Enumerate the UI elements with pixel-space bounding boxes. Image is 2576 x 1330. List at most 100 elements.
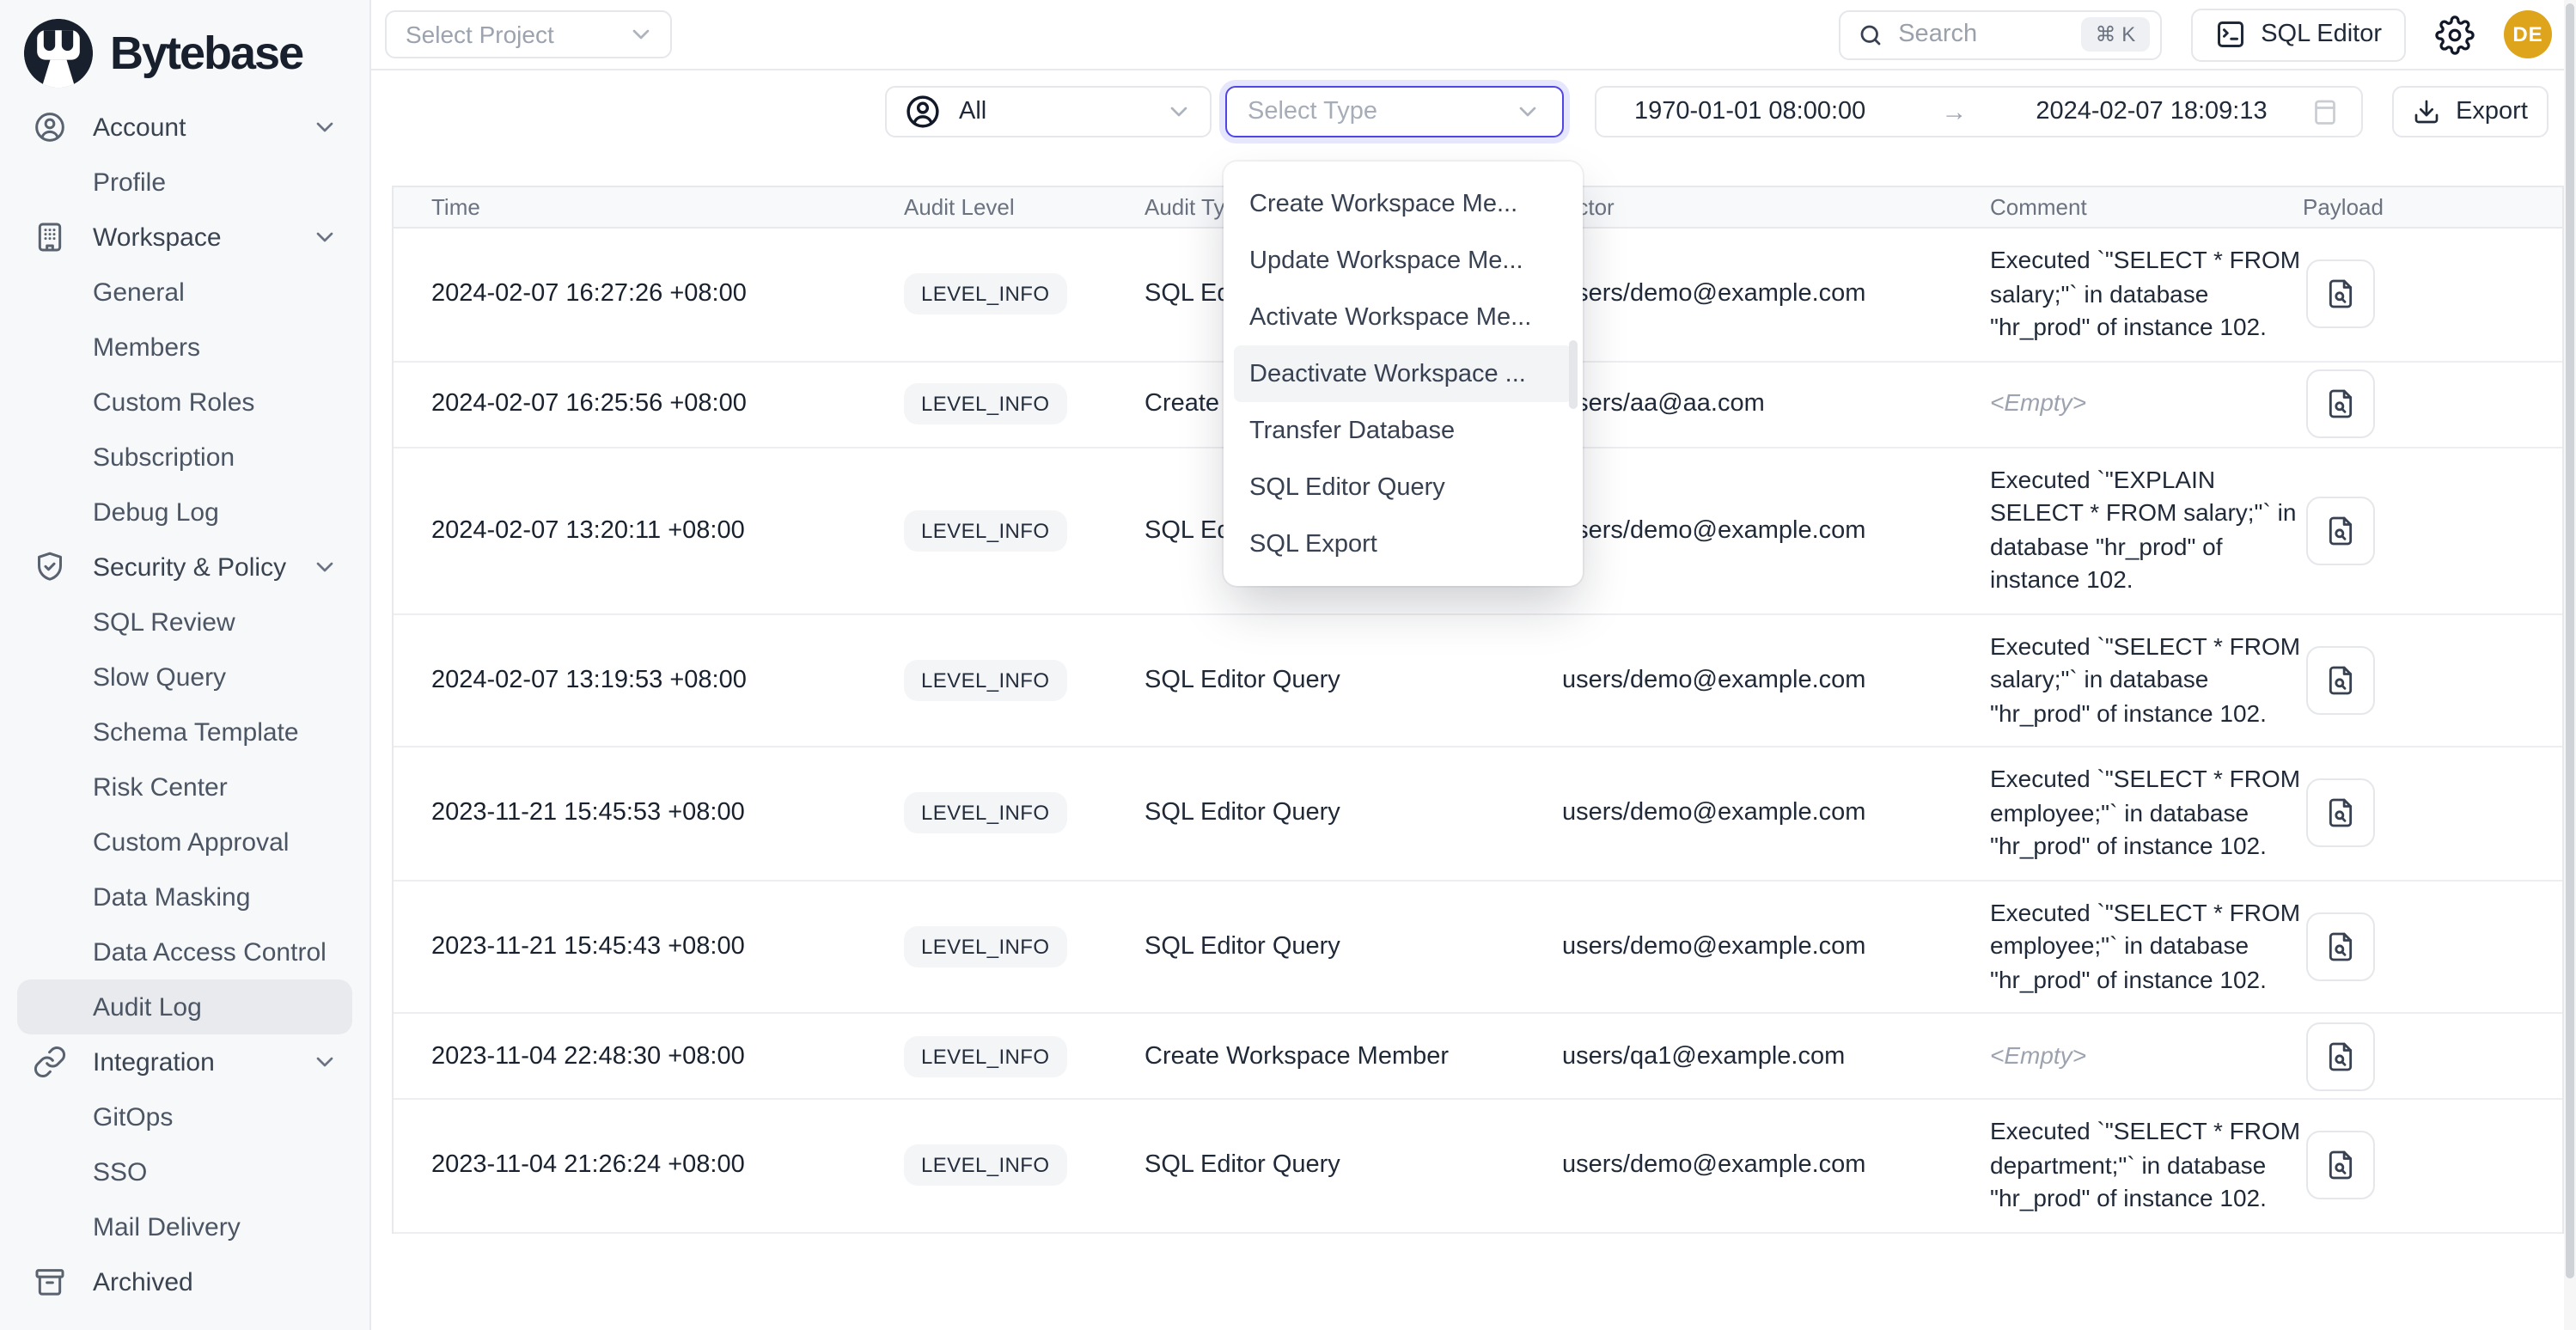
dropdown-option-sql-editor-query[interactable]: SQL Editor Query: [1234, 459, 1572, 516]
level-badge: LEVEL_INFO: [904, 1035, 1066, 1077]
payload-cell: [2303, 1132, 2562, 1200]
sidebar-item-sso[interactable]: SSO: [17, 1144, 352, 1199]
sidebar-item-archived[interactable]: Archived: [17, 1254, 352, 1309]
sidebar-item-label: Archived: [93, 1267, 339, 1296]
payload-view-button[interactable]: [2306, 646, 2375, 715]
payload-view-button[interactable]: [2306, 1132, 2375, 1200]
bytebase-mascot-icon: [22, 17, 95, 89]
level-cell: LEVEL_INFO: [904, 383, 1145, 424]
level-badge: LEVEL_INFO: [904, 274, 1066, 315]
sidebar-item-security-policy[interactable]: Security & Policy: [17, 540, 352, 595]
search-icon: [1857, 21, 1883, 47]
dropdown-option-create-workspace-me[interactable]: Create Workspace Me...: [1234, 175, 1572, 232]
time-cell: 2023-11-21 15:45:53 +08:00: [431, 800, 904, 827]
audit-type-select[interactable]: Select Type: [1225, 86, 1564, 137]
table-row: 2023-11-21 15:45:43 +08:00LEVEL_INFOSQL …: [394, 881, 2562, 1014]
sidebar-item-label: Risk Center: [93, 772, 339, 802]
brand-wordmark: Bytebase: [110, 27, 302, 80]
sidebar-item-custom-roles[interactable]: Custom Roles: [17, 375, 352, 430]
sidebar-item-label: GitOps: [93, 1102, 339, 1132]
gear-icon[interactable]: [2435, 15, 2475, 54]
dropdown-option-update-workspace-me[interactable]: Update Workspace Me...: [1234, 232, 1572, 289]
file-search-icon: [2323, 1039, 2358, 1073]
payload-cell: [2303, 369, 2562, 438]
sidebar-item-sql-review[interactable]: SQL Review: [17, 595, 352, 650]
time-cell: 2024-02-07 16:25:56 +08:00: [431, 390, 904, 418]
actor-cell: users/demo@example.com: [1562, 516, 1990, 544]
payload-view-button[interactable]: [2306, 369, 2375, 438]
sidebar-item-profile[interactable]: Profile: [17, 155, 352, 210]
sidebar-item-risk-center[interactable]: Risk Center: [17, 760, 352, 814]
sidebar-item-general[interactable]: General: [17, 265, 352, 320]
chevron-down-icon: [311, 223, 339, 251]
payload-view-button[interactable]: [2306, 779, 2375, 848]
table-row: 2023-11-21 15:45:53 +08:00LEVEL_INFOSQL …: [394, 747, 2562, 881]
date-range-picker[interactable]: 1970-01-01 08:00:00 → 2024-02-07 18:09:1…: [1595, 86, 2363, 137]
file-search-icon: [2323, 796, 2358, 831]
dropdown-option-transfer-database[interactable]: Transfer Database: [1234, 402, 1572, 459]
payload-view-button[interactable]: [2306, 912, 2375, 981]
level-badge: LEVEL_INFO: [904, 793, 1066, 834]
sidebar-item-debug-log[interactable]: Debug Log: [17, 485, 352, 540]
actor-scope-select[interactable]: All: [885, 86, 1212, 137]
sidebar-item-data-masking[interactable]: Data Masking: [17, 869, 352, 924]
topbar-right: Search ⌘ K SQL Editor DE: [1838, 8, 2552, 61]
payload-view-button[interactable]: [2306, 260, 2375, 329]
sidebar-item-account[interactable]: Account: [17, 100, 352, 155]
sidebar-item-schema-template[interactable]: Schema Template: [17, 705, 352, 760]
payload-view-button[interactable]: [2306, 496, 2375, 564]
search-input[interactable]: Search ⌘ K: [1838, 9, 2161, 59]
sidebar-item-data-access-control[interactable]: Data Access Control: [17, 924, 352, 979]
time-cell: 2024-02-07 13:20:11 +08:00: [431, 516, 904, 544]
sidebar-item-label: Schema Template: [93, 717, 339, 747]
dropdown-option-activate-workspace-me[interactable]: Activate Workspace Me...: [1234, 289, 1572, 345]
page-scrollbar-thumb[interactable]: [2566, 3, 2574, 1278]
sidebar-item-label: Debug Log: [93, 497, 339, 527]
actor-scope-value: All: [959, 98, 1148, 125]
sidebar-item-audit-log[interactable]: Audit Log: [17, 979, 352, 1034]
sidebar-item-workspace[interactable]: Workspace: [17, 210, 352, 265]
comment-cell: Executed `"SELECT * FROM employee;"` in …: [1990, 747, 2303, 879]
payload-cell: [2303, 912, 2562, 981]
comment-cell: Executed `"EXPLAIN SELECT * FROM salary;…: [1990, 448, 2303, 613]
sidebar-item-subscription[interactable]: Subscription: [17, 430, 352, 485]
actor-cell: users/aa@aa.com: [1562, 390, 1990, 418]
sidebar-item-custom-approval[interactable]: Custom Approval: [17, 814, 352, 869]
dropdown-option-deactivate-workspace[interactable]: Deactivate Workspace ...: [1234, 345, 1572, 402]
dropdown-option-sql-export[interactable]: SQL Export: [1234, 516, 1572, 572]
level-badge: LEVEL_INFO: [904, 383, 1066, 424]
sidebar-item-label: Mail Delivery: [93, 1212, 339, 1242]
link-icon: [33, 1045, 67, 1079]
audit-type-placeholder: Select Type: [1248, 98, 1514, 125]
sidebar-item-integration[interactable]: Integration: [17, 1034, 352, 1089]
sidebar-item-slow-query[interactable]: Slow Query: [17, 650, 352, 705]
file-search-icon: [2323, 513, 2358, 547]
sidebar-item-label: Custom Roles: [93, 387, 339, 417]
bytebase-logo[interactable]: Bytebase: [17, 10, 352, 96]
user-circle-icon: [904, 93, 942, 131]
sidebar: Bytebase AccountProfileWorkspaceGeneralM…: [0, 0, 371, 1330]
sidebar-item-gitops[interactable]: GitOps: [17, 1089, 352, 1144]
sidebar-item-label: Data Masking: [93, 882, 339, 912]
page-scrollbar[interactable]: [2564, 0, 2576, 1330]
shield-check-icon: [33, 550, 67, 584]
comment-cell: <Empty>: [1990, 1024, 2303, 1089]
column-header-actor: Actor: [1562, 194, 1990, 220]
sidebar-item-mail-delivery[interactable]: Mail Delivery: [17, 1199, 352, 1254]
avatar[interactable]: DE: [2504, 10, 2552, 58]
sql-editor-button[interactable]: SQL Editor: [2190, 8, 2406, 61]
table-row: 2024-02-07 13:19:53 +08:00LEVEL_INFOSQL …: [394, 614, 2562, 747]
sidebar-item-label: Workspace: [93, 223, 311, 252]
file-search-icon: [2323, 930, 2358, 964]
payload-view-button[interactable]: [2306, 1022, 2375, 1090]
dropdown-scrollbar[interactable]: [1569, 340, 1578, 409]
sidebar-item-members[interactable]: Members: [17, 320, 352, 375]
export-button[interactable]: Export: [2392, 86, 2549, 137]
download-icon: [2413, 98, 2440, 125]
project-select[interactable]: Select Project: [385, 10, 672, 58]
actor-cell: users/demo@example.com: [1562, 800, 1990, 827]
column-header-audit-level: Audit Level: [904, 194, 1145, 220]
level-badge: LEVEL_INFO: [904, 1145, 1066, 1187]
calendar-icon: [2310, 96, 2341, 127]
chevron-down-icon: [627, 21, 655, 48]
